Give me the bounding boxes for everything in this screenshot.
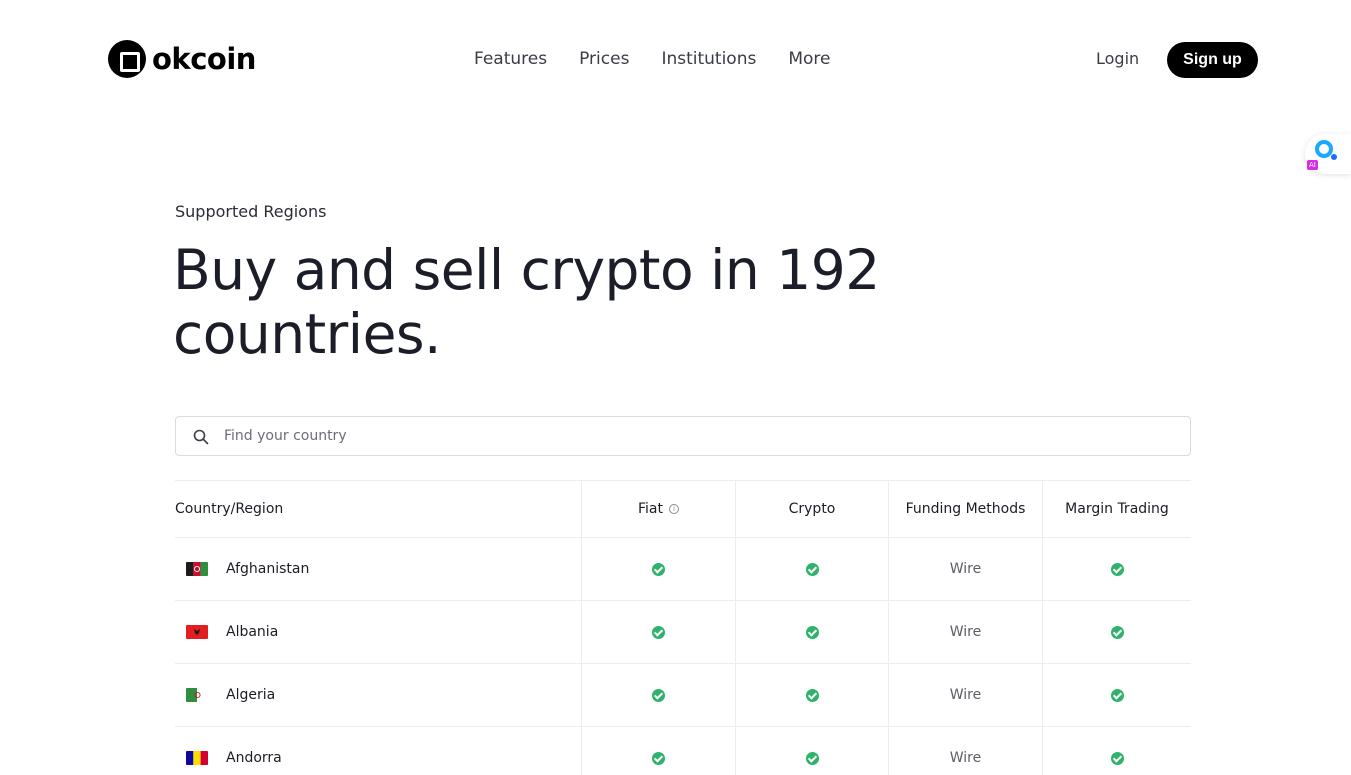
country-search xyxy=(175,416,1191,456)
check-icon xyxy=(1110,688,1124,702)
col-fiat-label: Fiat xyxy=(638,501,663,517)
country-cell: Andorra xyxy=(175,727,581,775)
check-icon xyxy=(652,562,665,576)
country-cell: Albania xyxy=(175,601,581,663)
col-crypto: Crypto xyxy=(735,481,888,537)
crypto-cell xyxy=(735,664,888,726)
country-cell: Algeria xyxy=(175,664,581,726)
col-funding-methods: Funding Methods xyxy=(888,481,1042,537)
margin-cell xyxy=(1042,664,1191,726)
col-country: Country/Region xyxy=(175,501,284,517)
funding-method: Wire xyxy=(949,561,982,577)
search-input[interactable] xyxy=(224,417,1174,455)
check-icon xyxy=(805,751,819,765)
nav-institutions[interactable]: Institutions xyxy=(661,49,756,69)
nav-features[interactable]: Features xyxy=(474,49,547,69)
main-nav: Features Prices Institutions More xyxy=(474,47,831,71)
fiat-cell xyxy=(581,601,735,663)
check-icon xyxy=(805,625,819,639)
funding-cell: Wire xyxy=(888,601,1042,663)
funding-cell: Wire xyxy=(888,664,1042,726)
headline-line-2: countries. xyxy=(173,302,442,366)
signup-button[interactable]: Sign up xyxy=(1167,42,1258,78)
funding-method: Wire xyxy=(949,750,982,766)
ai-assistant-widget[interactable]: AI xyxy=(1305,134,1351,174)
funding-method: Wire xyxy=(949,624,982,640)
check-icon xyxy=(805,688,819,702)
okcoin-logo[interactable]: okcoin xyxy=(108,40,256,78)
section-eyebrow: Supported Regions xyxy=(175,202,327,221)
site-header: okcoin Features Prices Institutions More… xyxy=(0,0,1351,118)
check-icon xyxy=(805,562,819,576)
ai-dot-icon xyxy=(1331,154,1337,160)
check-icon xyxy=(652,625,665,639)
logo-text: okcoin xyxy=(152,42,256,76)
check-icon xyxy=(1110,625,1124,639)
country-name: Algeria xyxy=(226,687,276,703)
crypto-cell xyxy=(735,601,888,663)
table-row: Algeria Wire xyxy=(175,664,1191,727)
country-name: Andorra xyxy=(226,750,282,766)
fiat-cell xyxy=(581,664,735,726)
col-margin-trading: Margin Trading xyxy=(1042,481,1191,537)
table-row: Afghanistan Wire xyxy=(175,538,1191,601)
andorra-flag-icon xyxy=(186,751,208,765)
funding-method: Wire xyxy=(949,687,982,703)
funding-cell: Wire xyxy=(888,538,1042,600)
regions-table: Country/Region Fiat i Crypto Funding Met… xyxy=(175,480,1191,775)
check-icon xyxy=(1110,562,1124,576)
margin-cell xyxy=(1042,727,1191,775)
check-icon xyxy=(1110,751,1124,765)
table-row: Albania Wire xyxy=(175,601,1191,664)
margin-cell xyxy=(1042,538,1191,600)
info-icon[interactable]: i xyxy=(669,504,679,514)
fiat-cell xyxy=(581,538,735,600)
page-title: Buy and sell crypto in 192 countries. xyxy=(173,238,973,366)
albania-flag-icon xyxy=(186,625,208,639)
margin-cell xyxy=(1042,601,1191,663)
headline-line-1: Buy and sell crypto in 192 xyxy=(173,238,880,302)
crypto-cell xyxy=(735,727,888,775)
okcoin-logo-mark xyxy=(108,40,146,78)
country-cell: Afghanistan xyxy=(175,538,581,600)
col-fiat: Fiat i xyxy=(581,481,735,537)
afghanistan-flag-icon xyxy=(186,562,208,576)
login-link[interactable]: Login xyxy=(1096,49,1139,68)
country-name: Afghanistan xyxy=(226,561,310,577)
funding-cell: Wire xyxy=(888,727,1042,775)
ai-badge: AI xyxy=(1307,160,1318,170)
check-icon xyxy=(652,751,665,765)
algeria-flag-icon xyxy=(186,688,208,702)
nav-more[interactable]: More xyxy=(788,49,830,69)
table-row: Andorra Wire xyxy=(175,727,1191,775)
fiat-cell xyxy=(581,727,735,775)
check-icon xyxy=(652,688,665,702)
crypto-cell xyxy=(735,538,888,600)
table-header: Country/Region Fiat i Crypto Funding Met… xyxy=(175,481,1191,538)
country-name: Albania xyxy=(226,624,279,640)
nav-prices[interactable]: Prices xyxy=(579,49,629,69)
search-icon xyxy=(193,429,209,445)
